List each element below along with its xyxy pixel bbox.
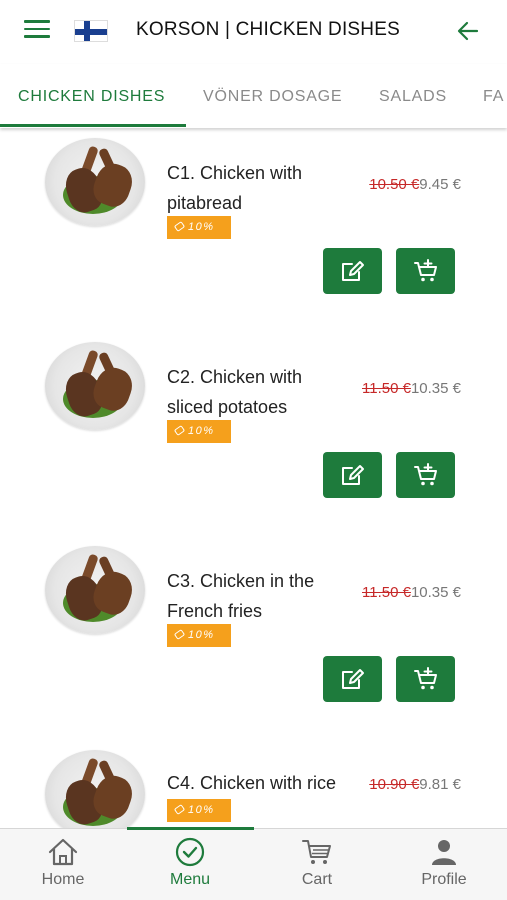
list-item[interactable]: C1. Chicken with pitabread 10.50 €9.45 €… [0,128,507,332]
app-header: KORSON | CHICKEN DISHES [0,0,507,64]
price: 11.50 €10.35 € [362,380,461,397]
tab-voner-dosage[interactable]: VÖNER DOSAGE [203,88,342,106]
dish-image [45,342,145,430]
edit-icon [342,261,364,281]
discount-value: 10% [188,804,215,816]
list-item[interactable]: C3. Chicken in the French fries 11.50 €1… [0,536,507,740]
bottom-navigation: Home Menu Cart Profile [0,827,507,900]
nav-label-menu: Menu [169,871,211,888]
cart-add-icon [414,667,437,690]
discount-value: 10% [188,629,215,641]
active-tab-indicator [0,124,186,127]
cart-add-icon [414,463,437,486]
hamburger-icon[interactable] [24,20,50,42]
dish-name: C4. Chicken with rice [167,773,337,793]
price: 10.50 €9.45 € [369,176,461,193]
old-price: 11.50 € [362,584,411,601]
edit-icon [342,465,364,485]
list-item[interactable]: C4. Chicken with rice 10.90 €9.81 € 10% [0,740,507,828]
tab-salads[interactable]: SALADS [379,88,447,106]
dish-name: C3. Chicken in the French fries [167,571,315,621]
finland-flag-icon[interactable] [74,20,108,42]
edit-button[interactable] [323,248,382,294]
discount-value: 10% [188,425,215,437]
home-icon [48,838,78,866]
dish-image [45,138,145,226]
dish-image [45,750,145,828]
discount-badge: 10% [167,420,231,443]
tab-partial[interactable]: FA [483,88,504,106]
arrow-left-icon[interactable] [455,18,481,44]
dish-image [45,546,145,634]
dish-name: C2. Chicken with sliced potatoes [167,367,303,417]
old-price: 10.90 € [369,776,420,793]
page-title: KORSON | CHICKEN DISHES [136,19,400,40]
cart-icon [302,840,331,864]
discount-badge: 10% [167,624,231,647]
nav-label-home: Home [41,871,85,888]
discount-badge: 10% [167,216,231,239]
tag-icon [173,804,186,815]
category-tabs: CHICKEN DISHES VÖNER DOSAGE SALADS FA [0,64,507,128]
cart-add-icon [414,259,437,282]
nav-label-cart: Cart [301,871,333,888]
price: 11.50 €10.35 € [362,584,461,601]
nav-menu[interactable]: Menu [127,829,253,900]
old-price: 11.50 € [362,380,411,397]
discount-badge: 10% [167,799,231,822]
tag-icon [173,629,186,640]
check-circle-icon [175,837,205,867]
tab-chicken-dishes[interactable]: CHICKEN DISHES [18,88,165,106]
edit-icon [342,669,364,689]
old-price: 10.50 € [369,176,420,193]
price: 10.90 €9.81 € [369,776,461,793]
new-price: 10.35 € [410,584,461,601]
add-to-cart-button[interactable] [396,248,455,294]
discount-value: 10% [188,221,215,233]
list-item[interactable]: C2. Chicken with sliced potatoes 11.50 €… [0,332,507,536]
edit-button[interactable] [323,452,382,498]
nav-profile[interactable]: Profile [381,829,507,900]
nav-home[interactable]: Home [0,829,126,900]
dish-list[interactable]: C1. Chicken with pitabread 10.50 €9.45 €… [0,128,507,828]
tag-icon [173,425,186,436]
new-price: 9.81 € [419,776,461,793]
add-to-cart-button[interactable] [396,452,455,498]
tag-icon [173,221,186,232]
nav-label-profile: Profile [421,871,467,888]
new-price: 9.45 € [419,176,461,193]
person-icon [432,840,456,865]
edit-button[interactable] [323,656,382,702]
dish-name: C1. Chicken with pitabread [167,163,303,213]
nav-cart[interactable]: Cart [254,829,380,900]
new-price: 10.35 € [410,380,461,397]
add-to-cart-button[interactable] [396,656,455,702]
